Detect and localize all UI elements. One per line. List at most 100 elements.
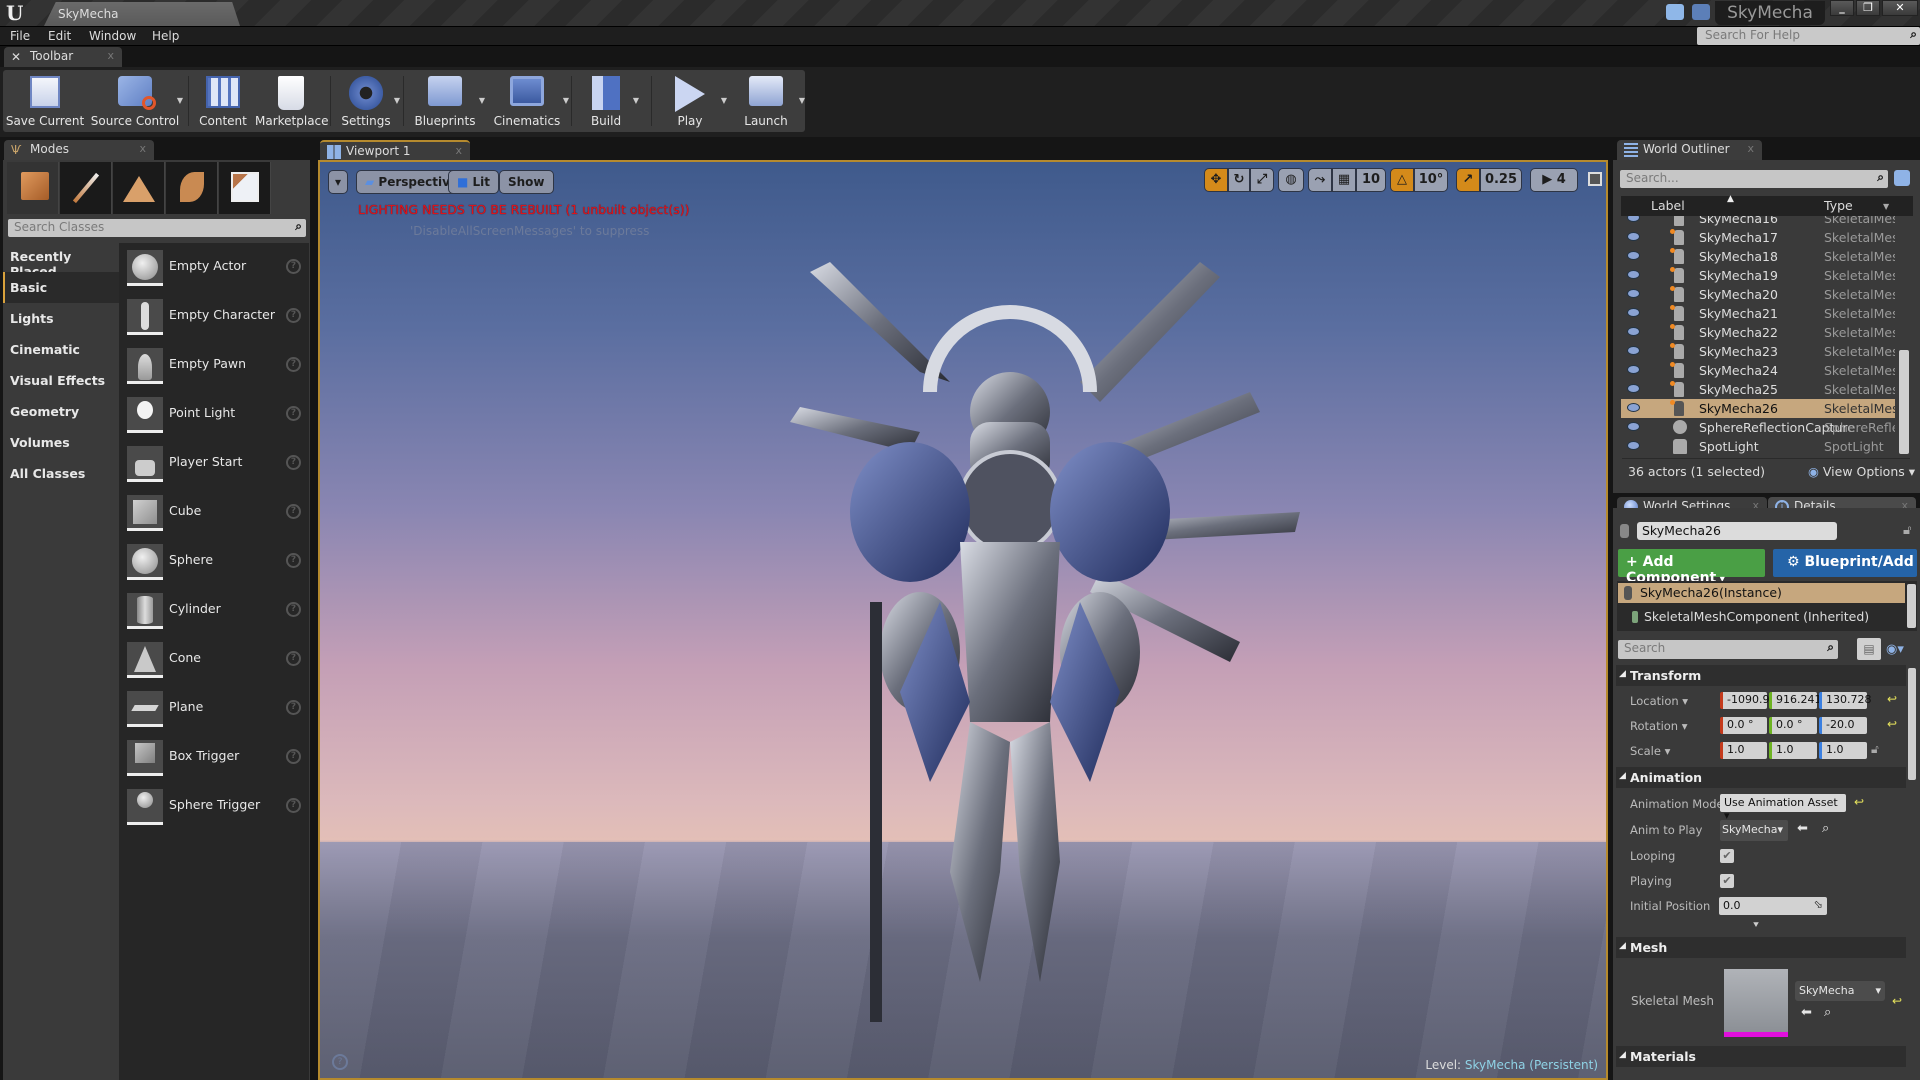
details-scrollbar[interactable] [1908,668,1916,780]
visibility-eye-icon[interactable] [1627,216,1640,222]
anim-to-play-dropdown[interactable]: SkyMecha▾ [1720,820,1788,841]
outliner-row[interactable]: SkyMecha21 SkeletalMeshActor [1621,304,1895,323]
show-button[interactable]: Show [499,170,554,194]
visibility-eye-icon[interactable] [1627,422,1640,431]
help-icon[interactable]: ? [286,553,301,568]
visibility-eye-icon[interactable] [1627,251,1640,260]
restore-button[interactable]: ❐ [1856,0,1880,16]
outliner-row[interactable]: SkyMecha18 SkeletalMeshActor [1621,247,1895,266]
build-button[interactable]: Build ▼ [575,72,639,130]
class-item-box-trigger[interactable]: Box Trigger? [119,733,309,782]
rotation-z-field[interactable]: -20.0 [1819,717,1867,734]
visibility-eye-icon[interactable] [1627,232,1640,241]
visibility-eye-icon[interactable] [1627,384,1640,393]
help-icon[interactable]: ? [286,357,301,372]
class-item-player-start[interactable]: Player Start? [119,439,309,488]
browse-search-icon[interactable]: ⌕ [1822,821,1829,836]
foliage-mode-icon[interactable] [166,162,218,214]
world-space-icon[interactable]: ◍ [1278,168,1304,192]
visibility-eye-icon[interactable] [1627,403,1640,412]
modes-tab[interactable]: Ѱ Modes x [4,140,154,160]
rotation-snap-icon[interactable]: △ [1390,168,1414,192]
add-component-button[interactable]: + Add Component ▾ [1618,549,1765,586]
class-item-cube[interactable]: Cube? [119,488,309,537]
outliner-search-input[interactable]: Search... ⌕ [1620,170,1888,188]
help-icon[interactable]: ? [286,504,301,519]
scale-z-field[interactable]: 1.0 [1819,742,1867,759]
geometry-mode-icon[interactable] [219,162,271,214]
help-icon[interactable]: ? [286,749,301,764]
initial-position-field[interactable]: 0.0 ⬂ [1719,897,1827,915]
looping-checkbox[interactable]: ✔ [1720,849,1734,863]
close-icon[interactable]: x [1747,142,1754,155]
outliner-scrollbar[interactable] [1899,350,1909,454]
outliner-row[interactable]: SpotLight SpotLight [1621,437,1895,456]
visibility-eye-icon[interactable] [1627,365,1640,374]
help-icon[interactable]: ? [286,602,301,617]
dropdown-arrow-icon[interactable]: ▼ [799,96,805,105]
project-tab[interactable]: SkyMecha [44,2,240,26]
playing-checkbox[interactable]: ✔ [1720,874,1734,888]
use-selected-arrow-icon[interactable]: ⬅ [1797,821,1808,836]
reset-to-default-icon[interactable]: ↩ [1854,795,1864,809]
component-instance-row[interactable]: SkyMecha26(Instance) [1618,583,1905,603]
translate-tool-icon[interactable]: ✥ [1204,168,1228,192]
close-icon[interactable]: x [139,142,146,155]
help-icon[interactable]: ? [286,798,301,813]
outliner-row[interactable]: SkyMecha20 SkeletalMeshActor [1621,285,1895,304]
scale-tool-icon[interactable]: ⤢ [1250,168,1274,192]
toolbar-tab[interactable]: ✕ Toolbar x [4,47,122,67]
outliner-row[interactable]: SkyMecha16 SkeletalMeshActor [1621,216,1895,228]
grid-snap-value[interactable]: 10 [1356,168,1386,192]
cinematics-button[interactable]: Cinematics ▼ [487,72,569,130]
viewport[interactable]: ▾ ▰ Perspective ■ Lit Show LIGHTING NEED… [318,160,1608,1080]
blueprint-add-button[interactable]: ⚙ Blueprint/Add [1773,549,1917,577]
visibility-eye-icon[interactable] [1627,308,1640,317]
dropdown-arrow-icon[interactable]: ▼ [563,96,569,105]
rotation-x-field[interactable]: 0.0 ° [1720,717,1767,734]
class-item-sphere-trigger[interactable]: Sphere Trigger? [119,782,309,831]
surface-snap-icon[interactable]: ⤳ [1308,168,1332,192]
camera-speed-button[interactable]: ▶ 4 [1530,168,1578,192]
outliner-row[interactable]: SkyMecha22 SkeletalMeshActor [1621,323,1895,342]
reset-to-default-icon[interactable]: ↩ [1887,717,1897,731]
category-lights[interactable]: Lights [3,303,119,334]
play-button[interactable]: Play ▼ [655,72,727,130]
column-type-dropdown-icon[interactable]: ▼ [1883,202,1889,211]
location-label[interactable]: Location ▾ [1630,694,1688,708]
transform-section-header[interactable]: ◢ Transform [1616,665,1906,686]
close-icon[interactable]: x [455,144,462,157]
minimize-button[interactable]: _ [1830,0,1854,16]
help-icon[interactable]: ? [286,455,301,470]
rotation-snap-value[interactable]: 10° [1414,168,1448,192]
dropdown-arrow-icon[interactable]: ▼ [177,96,183,105]
skeletal-mesh-dropdown[interactable]: SkyMecha ▾ [1795,981,1885,1001]
class-item-cylinder[interactable]: Cylinder? [119,586,309,635]
rotation-y-field[interactable]: 0.0 ° [1769,717,1817,734]
launch-button[interactable]: Launch ▼ [729,72,805,130]
visibility-eye-icon[interactable] [1627,346,1640,355]
maximize-viewport-icon[interactable] [1588,172,1602,186]
menu-file[interactable]: File [10,29,30,43]
visibility-filter-icon[interactable]: ◉▾ [1886,642,1904,657]
scale-lock-icon[interactable]: 🔓︎ [1871,742,1879,757]
settings-button[interactable]: Settings ▼ [334,72,400,130]
lit-button[interactable]: ■ Lit [448,170,500,194]
dropdown-arrow-icon[interactable]: ▼ [479,96,485,105]
scale-y-field[interactable]: 1.0 [1769,742,1817,759]
property-matrix-icon[interactable]: ▤ [1857,638,1881,660]
dropdown-arrow-icon[interactable]: ▼ [721,96,727,105]
place-mode-icon[interactable] [7,162,59,214]
sky-mecha-model[interactable] [720,222,1300,1080]
close-icon[interactable]: x [107,49,114,62]
unlock-icon[interactable]: 🔓︎ [1903,523,1911,538]
location-y-field[interactable]: 916.241 [1769,692,1822,709]
category-basic[interactable]: Basic [3,272,119,303]
visibility-eye-icon[interactable] [1627,441,1640,450]
outliner-row[interactable]: SkyMecha17 SkeletalMeshActor [1621,228,1895,247]
class-item-sphere[interactable]: Sphere? [119,537,309,586]
actor-name-field[interactable]: SkyMecha26 [1637,522,1837,540]
visibility-eye-icon[interactable] [1627,270,1640,279]
search-classes-input[interactable]: Search Classes ⌕ [8,219,306,237]
animation-mode-dropdown[interactable]: Use Animation Asset ▾ [1720,794,1846,822]
